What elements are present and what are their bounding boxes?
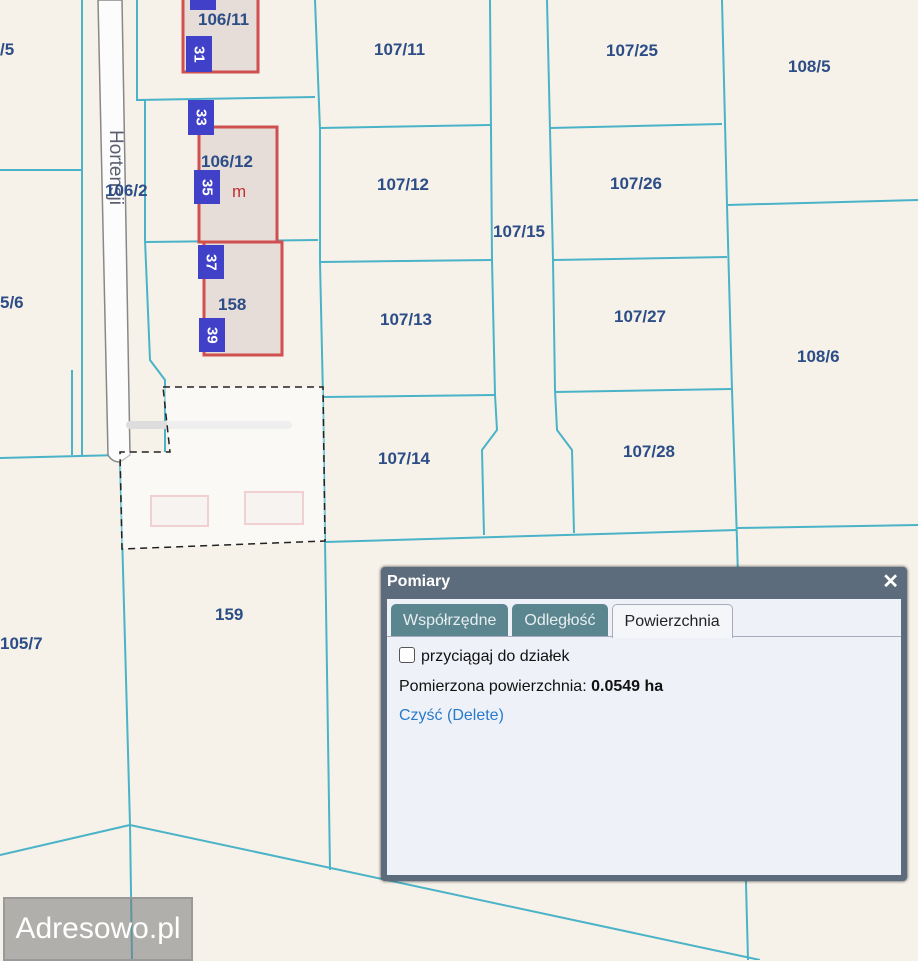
parcel-label[interactable]: 158 bbox=[218, 295, 246, 315]
house-number: 31 bbox=[186, 36, 212, 72]
parcel-label[interactable]: 107/15 bbox=[493, 222, 545, 242]
snap-label: przyciągaj do działek bbox=[421, 648, 570, 665]
measured-area-polygon bbox=[119, 386, 326, 550]
snap-option[interactable]: przyciągaj do działek bbox=[399, 647, 901, 666]
parcel-label[interactable]: 107/26 bbox=[610, 174, 662, 194]
parcel-label[interactable]: 107/12 bbox=[377, 175, 429, 195]
parcel-label[interactable]: 107/25 bbox=[606, 41, 658, 61]
parcel-label[interactable]: 107/13 bbox=[380, 310, 432, 330]
tab-area[interactable]: Powierzchnia bbox=[611, 604, 733, 638]
parcel-label[interactable]: 106/12 bbox=[201, 152, 253, 172]
tab-coordinates[interactable]: Współrzędne bbox=[391, 604, 509, 636]
parcel-label[interactable]: 106/2 bbox=[105, 181, 148, 201]
tab-distance[interactable]: Odległość bbox=[512, 604, 608, 636]
parcel-label[interactable]: /5 bbox=[0, 40, 14, 60]
measured-area-value: 0.0549 ha bbox=[591, 678, 664, 695]
parcel-label[interactable]: 107/28 bbox=[623, 442, 675, 462]
parcel-label[interactable]: 107/11 bbox=[374, 40, 425, 60]
parcel-label[interactable]: 105/7 bbox=[0, 634, 43, 654]
building-marker: m bbox=[232, 182, 247, 201]
parcel-label[interactable]: 107/14 bbox=[378, 449, 430, 469]
snap-checkbox[interactable] bbox=[399, 647, 415, 663]
parcel-label[interactable]: 108/6 bbox=[797, 347, 840, 367]
parcel-label[interactable]: 159 bbox=[215, 605, 243, 625]
house-number: 37 bbox=[198, 245, 224, 279]
measured-area-label: Pomierzona powierzchnia: bbox=[399, 678, 587, 695]
road-106-2 bbox=[97, 0, 131, 463]
dialog-header[interactable]: Pomiary ✕ bbox=[381, 567, 907, 597]
house-number: 33 bbox=[188, 100, 214, 135]
parcel-label[interactable]: 107/27 bbox=[614, 307, 666, 327]
house-number: 35 bbox=[194, 170, 220, 204]
measurements-dialog: Pomiary ✕ Współrzędne Odległość Powierzc… bbox=[381, 567, 907, 881]
clear-link[interactable]: Czyść (Delete) bbox=[399, 707, 901, 725]
watermark-logo: Adresowo.pl bbox=[3, 897, 193, 961]
parcel-label[interactable]: 108/5 bbox=[788, 57, 831, 77]
tab-bar: Współrzędne Odległość Powierzchnia bbox=[387, 599, 901, 638]
house-number bbox=[190, 0, 216, 10]
dialog-title: Pomiary bbox=[387, 573, 451, 590]
house-number: 39 bbox=[199, 318, 225, 352]
parcel-label[interactable]: 5/6 bbox=[0, 293, 24, 313]
parcel-label[interactable]: 106/11 bbox=[198, 10, 249, 30]
close-icon[interactable]: ✕ bbox=[882, 567, 899, 597]
